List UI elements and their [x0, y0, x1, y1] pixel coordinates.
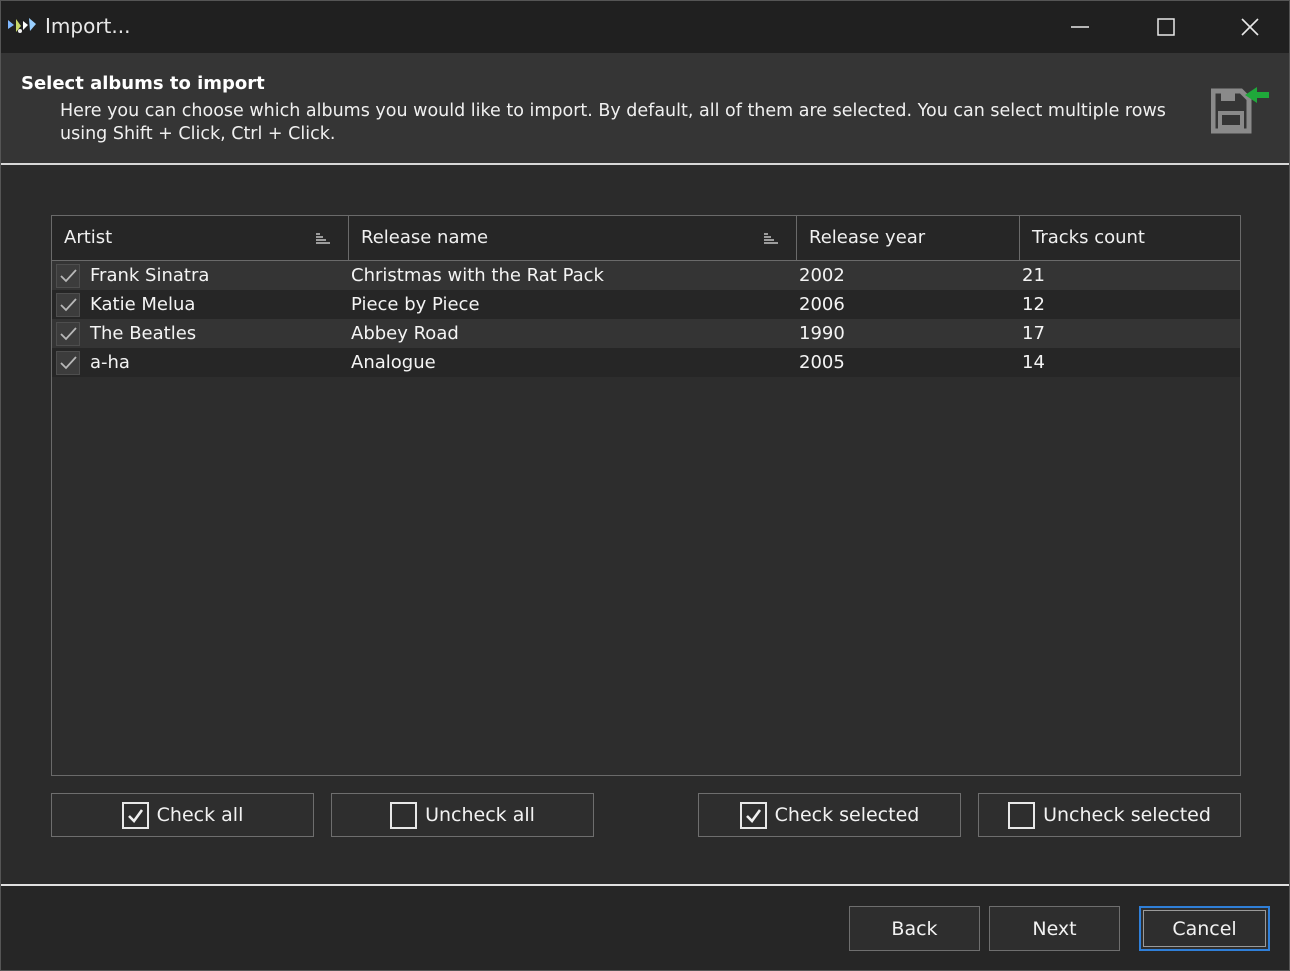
cell-release-year: 2005 — [799, 352, 845, 373]
albums-grid[interactable]: Artist Release name Release year Tracks … — [51, 215, 1241, 776]
checkmark-icon — [60, 356, 77, 370]
cell-release-name: Christmas with the Rat Pack — [351, 265, 604, 286]
page-title: Select albums to import — [21, 73, 265, 94]
maximize-button[interactable] — [1123, 1, 1209, 53]
back-button[interactable]: Back — [849, 906, 980, 951]
checkmark-icon — [60, 298, 77, 312]
row-checkbox[interactable] — [56, 264, 80, 288]
close-button[interactable] — [1207, 1, 1290, 53]
header-banner: Select albums to import Here you can cho… — [1, 53, 1289, 165]
minimize-icon — [1071, 26, 1089, 28]
cell-artist: a-ha — [90, 352, 130, 373]
column-header-label: Artist — [64, 227, 113, 248]
checked-box-icon — [121, 801, 149, 829]
check-all-button[interactable]: Check all — [51, 793, 314, 837]
minimize-button[interactable] — [1037, 1, 1123, 53]
row-checkbox[interactable] — [56, 322, 80, 346]
column-header-release-name[interactable]: Release name — [349, 216, 797, 260]
cell-artist: Frank Sinatra — [90, 265, 210, 286]
unchecked-box-icon — [390, 801, 418, 829]
grid-header: Artist Release name Release year Tracks … — [52, 216, 1240, 261]
table-row[interactable]: Katie Melua Piece by Piece 2006 12 — [52, 290, 1240, 319]
check-selected-label: Check selected — [774, 804, 920, 826]
cell-release-name: Analogue — [351, 352, 436, 373]
import-save-icon — [1211, 87, 1269, 134]
column-header-release-year[interactable]: Release year — [797, 216, 1020, 260]
table-row[interactable]: a-ha Analogue 2005 14 — [52, 348, 1240, 377]
uncheck-selected-label: Uncheck selected — [1043, 804, 1211, 826]
cell-release-name: Abbey Road — [351, 323, 459, 344]
cell-release-year: 2006 — [799, 294, 845, 315]
cancel-button[interactable]: Cancel — [1139, 906, 1270, 951]
unchecked-box-icon — [1008, 801, 1036, 829]
uncheck-selected-button[interactable]: Uncheck selected — [978, 793, 1241, 837]
cell-tracks-count: 12 — [1022, 294, 1045, 315]
row-checkbox[interactable] — [56, 293, 80, 317]
cell-artist: The Beatles — [90, 323, 197, 344]
cell-tracks-count: 21 — [1022, 265, 1045, 286]
cell-release-year: 1990 — [799, 323, 845, 344]
checkmark-icon — [60, 327, 77, 341]
next-button[interactable]: Next — [989, 906, 1120, 951]
sort-icon — [764, 233, 778, 244]
checked-box-icon — [739, 801, 767, 829]
cell-tracks-count: 17 — [1022, 323, 1045, 344]
column-header-label: Release name — [361, 227, 489, 248]
cell-release-name: Piece by Piece — [351, 294, 480, 315]
table-row[interactable]: The Beatles Abbey Road 1990 17 — [52, 319, 1240, 348]
uncheck-all-label: Uncheck all — [425, 804, 535, 826]
app-logo-icon — [8, 18, 36, 33]
column-header-tracks-count[interactable]: Tracks count — [1020, 216, 1240, 260]
table-row[interactable]: Frank Sinatra Christmas with the Rat Pac… — [52, 261, 1240, 290]
uncheck-all-button[interactable]: Uncheck all — [331, 793, 594, 837]
column-header-artist[interactable]: Artist — [52, 216, 349, 260]
row-checkbox[interactable] — [56, 351, 80, 375]
check-selected-button[interactable]: Check selected — [698, 793, 961, 837]
check-all-label: Check all — [156, 804, 244, 826]
import-dialog: Import... Select albums to import Here y… — [0, 0, 1290, 971]
cell-artist: Katie Melua — [90, 294, 196, 315]
column-header-label: Tracks count — [1032, 227, 1145, 248]
checkmark-icon — [60, 269, 77, 283]
page-description: Here you can choose which albums you wou… — [60, 101, 1166, 144]
close-icon — [1241, 18, 1259, 36]
cell-release-year: 2002 — [799, 265, 845, 286]
title-bar: Import... — [1, 1, 1289, 53]
maximize-icon — [1157, 18, 1175, 36]
window-title: Import... — [45, 14, 131, 38]
column-header-label: Release year — [809, 227, 926, 248]
cell-tracks-count: 14 — [1022, 352, 1045, 373]
sort-icon — [316, 233, 330, 244]
